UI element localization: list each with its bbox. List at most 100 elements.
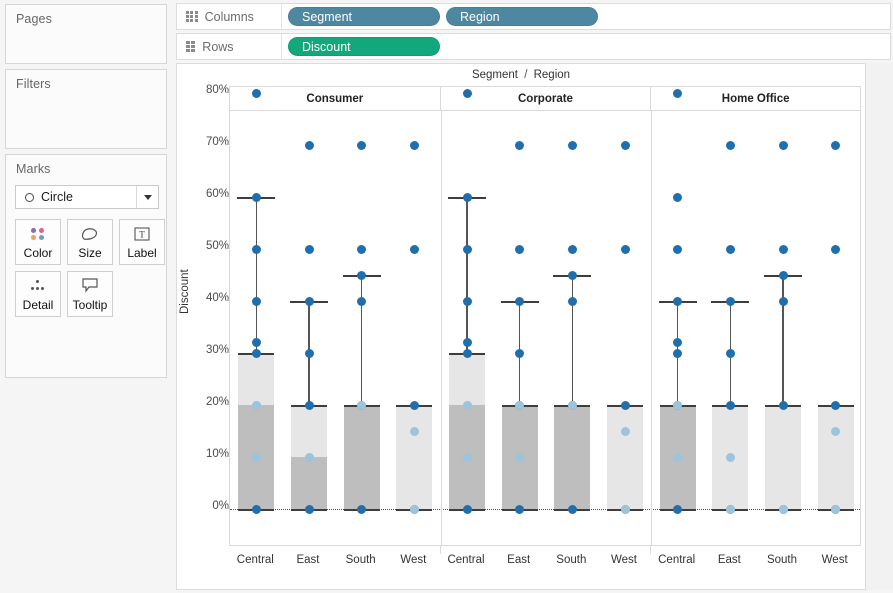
data-point-circle[interactable]	[673, 349, 682, 358]
data-point-circle[interactable]	[779, 141, 788, 150]
data-point-circle[interactable]	[831, 141, 840, 150]
data-point-circle[interactable]	[515, 141, 524, 150]
pill-segment[interactable]: Segment	[288, 7, 440, 26]
data-point-circle[interactable]	[673, 245, 682, 254]
x-axis-tick-label[interactable]: West	[400, 554, 426, 566]
boxplot-box[interactable]	[818, 405, 854, 509]
x-axis-tick-label[interactable]: East	[507, 554, 530, 566]
data-point-circle[interactable]	[357, 141, 366, 150]
data-point-circle[interactable]	[568, 245, 577, 254]
data-point-circle[interactable]	[463, 338, 472, 347]
data-point-circle[interactable]	[726, 297, 735, 306]
median-marker[interactable]	[621, 505, 630, 514]
x-axis-tick-label[interactable]: South	[346, 554, 376, 566]
data-point-circle[interactable]	[515, 349, 524, 358]
data-point-circle[interactable]	[515, 245, 524, 254]
x-axis-tick-label[interactable]: South	[767, 554, 797, 566]
data-point-circle[interactable]	[463, 89, 472, 98]
median-marker[interactable]	[673, 401, 682, 410]
marks-label-button[interactable]: T Label	[119, 219, 165, 265]
data-point-circle[interactable]	[726, 245, 735, 254]
data-point-circle[interactable]	[515, 453, 524, 462]
data-point-circle[interactable]	[673, 338, 682, 347]
data-point-circle[interactable]	[252, 297, 261, 306]
data-point-circle[interactable]	[305, 505, 314, 514]
median-marker[interactable]	[568, 401, 577, 410]
data-point-circle[interactable]	[779, 271, 788, 280]
data-point-circle[interactable]	[673, 453, 682, 462]
median-marker[interactable]	[726, 505, 735, 514]
pill-region[interactable]: Region	[446, 7, 598, 26]
filters-card[interactable]: Filters	[5, 69, 167, 149]
pages-card[interactable]: Pages	[5, 4, 167, 64]
data-point-circle[interactable]	[831, 427, 840, 436]
columns-shelf[interactable]: Columns Segment Region	[176, 3, 891, 30]
data-point-circle[interactable]	[568, 271, 577, 280]
data-point-circle[interactable]	[726, 401, 735, 410]
data-point-circle[interactable]	[621, 245, 630, 254]
median-marker[interactable]	[410, 505, 419, 514]
data-point-circle[interactable]	[726, 141, 735, 150]
data-point-circle[interactable]	[410, 141, 419, 150]
median-marker[interactable]	[779, 505, 788, 514]
marks-color-button[interactable]: Color	[15, 219, 61, 265]
data-point-circle[interactable]	[726, 349, 735, 358]
data-point-circle[interactable]	[673, 505, 682, 514]
median-marker[interactable]	[252, 401, 261, 410]
pill-discount[interactable]: Discount	[288, 37, 440, 56]
boxplot-box[interactable]	[396, 405, 432, 509]
data-point-circle[interactable]	[463, 245, 472, 254]
data-point-circle[interactable]	[305, 141, 314, 150]
data-point-circle[interactable]	[779, 297, 788, 306]
data-point-circle[interactable]	[463, 505, 472, 514]
data-point-circle[interactable]	[568, 505, 577, 514]
x-axis-tick-label[interactable]: East	[718, 554, 741, 566]
data-point-circle[interactable]	[779, 245, 788, 254]
data-point-circle[interactable]	[568, 141, 577, 150]
x-axis-tick-label[interactable]: West	[611, 554, 637, 566]
data-point-circle[interactable]	[463, 349, 472, 358]
marks-card[interactable]: Marks Circle Color	[5, 154, 167, 378]
data-point-circle[interactable]	[305, 245, 314, 254]
data-point-circle[interactable]	[252, 349, 261, 358]
x-axis-tick-label[interactable]: Central	[447, 554, 484, 566]
x-axis-tick-label[interactable]: Central	[237, 554, 274, 566]
marks-size-button[interactable]: Size	[67, 219, 113, 265]
data-point-circle[interactable]	[357, 245, 366, 254]
boxplot-box[interactable]	[607, 405, 643, 509]
data-point-circle[interactable]	[305, 349, 314, 358]
data-point-circle[interactable]	[305, 297, 314, 306]
data-point-circle[interactable]	[726, 453, 735, 462]
data-point-circle[interactable]	[357, 271, 366, 280]
x-axis-tick-label[interactable]: West	[822, 554, 848, 566]
data-point-circle[interactable]	[673, 297, 682, 306]
marks-detail-button[interactable]: Detail	[15, 271, 61, 317]
x-axis-tick-label[interactable]: South	[556, 554, 586, 566]
data-point-circle[interactable]	[305, 401, 314, 410]
x-axis-tick-label[interactable]: Central	[658, 554, 695, 566]
median-marker[interactable]	[515, 401, 524, 410]
panel-header-corporate[interactable]: Corporate	[440, 86, 651, 110]
marks-tooltip-button[interactable]: Tooltip	[67, 271, 113, 317]
data-point-circle[interactable]	[410, 427, 419, 436]
median-marker[interactable]	[305, 453, 314, 462]
data-point-circle[interactable]	[252, 193, 261, 202]
data-point-circle[interactable]	[252, 89, 261, 98]
data-point-circle[interactable]	[357, 297, 366, 306]
data-point-circle[interactable]	[252, 338, 261, 347]
median-marker[interactable]	[357, 401, 366, 410]
visualization-canvas[interactable]: Segment / Region ConsumerCorporateHome O…	[176, 63, 866, 590]
data-point-circle[interactable]	[463, 297, 472, 306]
data-point-circle[interactable]	[621, 401, 630, 410]
data-point-circle[interactable]	[357, 505, 366, 514]
data-point-circle[interactable]	[463, 453, 472, 462]
data-point-circle[interactable]	[831, 401, 840, 410]
boxplot-box[interactable]	[765, 405, 801, 509]
data-point-circle[interactable]	[515, 297, 524, 306]
data-point-circle[interactable]	[673, 89, 682, 98]
data-point-circle[interactable]	[463, 193, 472, 202]
data-point-circle[interactable]	[410, 401, 419, 410]
rows-shelf[interactable]: Rows Discount	[176, 33, 891, 60]
plot-area[interactable]	[229, 110, 861, 545]
data-point-circle[interactable]	[621, 141, 630, 150]
